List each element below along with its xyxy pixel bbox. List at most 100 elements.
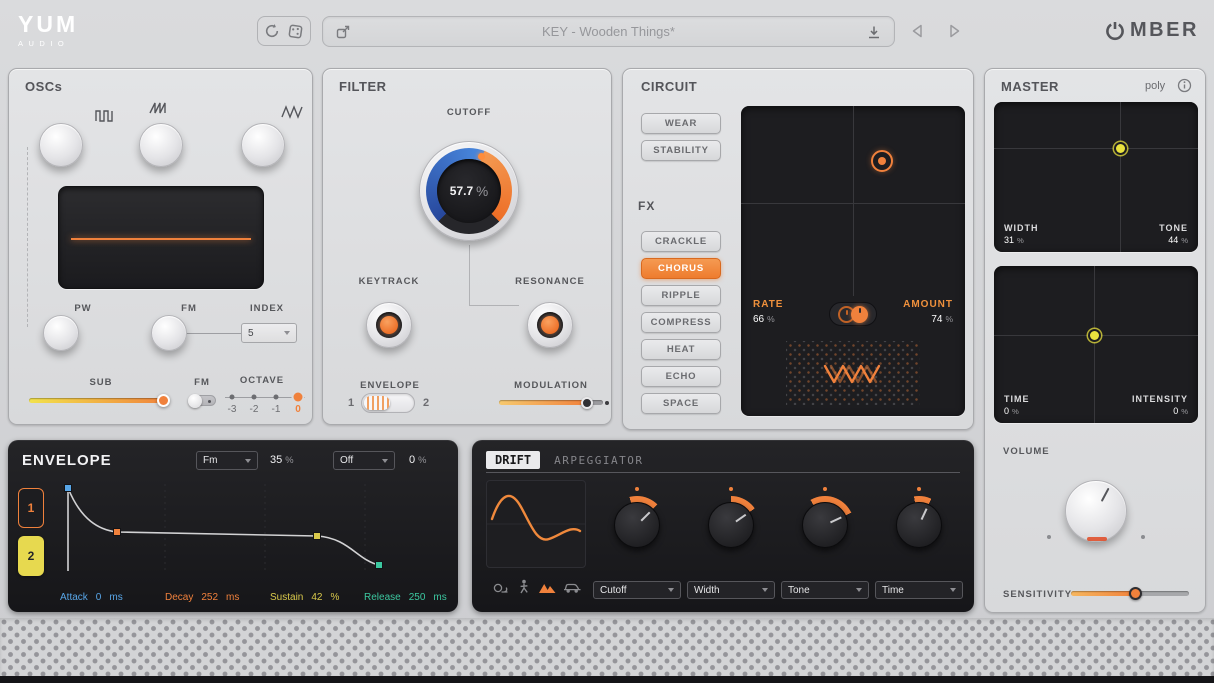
fx-pad-dot[interactable] bbox=[871, 150, 893, 172]
preset-prev-button[interactable] bbox=[910, 23, 924, 39]
envelope-graph[interactable] bbox=[55, 478, 447, 576]
release-label: Release bbox=[364, 592, 401, 603]
env-mod-slot2-value: Off bbox=[340, 455, 353, 466]
index-dropdown[interactable]: 5 bbox=[241, 323, 297, 343]
saw-wave-icon[interactable] bbox=[149, 101, 169, 115]
info-icon[interactable] bbox=[1177, 78, 1192, 93]
envelope-option-2[interactable]: 2 bbox=[423, 397, 429, 409]
octave-dot[interactable] bbox=[252, 395, 257, 400]
octave-value[interactable]: -1 bbox=[265, 404, 287, 415]
voice-mode-toggle[interactable]: poly bbox=[1145, 80, 1165, 92]
filter-envelope-toggle[interactable] bbox=[361, 393, 415, 413]
pad1-dot[interactable] bbox=[1116, 144, 1125, 153]
drift-knob3-target-dropdown[interactable]: Tone bbox=[781, 581, 869, 599]
drift-knob1-pointer bbox=[641, 512, 651, 522]
undo-history-icon[interactable] bbox=[264, 23, 280, 39]
chevron-down-icon bbox=[245, 459, 251, 463]
pad1-left-readout: WIDTH 31% bbox=[1004, 223, 1039, 245]
env-mod-slot2-dropdown[interactable]: Off bbox=[333, 451, 395, 470]
drift-knob2[interactable] bbox=[708, 502, 754, 548]
fm-switch[interactable] bbox=[189, 395, 216, 406]
tab-drift[interactable]: DRIFT bbox=[486, 451, 540, 469]
volume-knob[interactable] bbox=[1065, 480, 1127, 542]
drift-knob2-target-dropdown[interactable]: Width bbox=[687, 581, 775, 599]
preset-browser[interactable]: KEY - Wooden Things* bbox=[322, 16, 895, 47]
drift-mode-walk-icon[interactable] bbox=[518, 579, 530, 595]
pw-knob[interactable] bbox=[43, 315, 79, 351]
amount-label: AMOUNT bbox=[903, 299, 953, 310]
env-mod-slot1-unit: % bbox=[285, 455, 293, 465]
release-unit: ms bbox=[433, 592, 446, 603]
decay-handle[interactable] bbox=[114, 529, 121, 536]
osc3-knob[interactable] bbox=[241, 123, 285, 167]
tab-arpeggiator[interactable]: ARPEGGIATOR bbox=[554, 454, 643, 467]
fx-button-ripple[interactable]: RIPPLE bbox=[641, 285, 721, 306]
drift-tab-row: DRIFT ARPEGGIATOR bbox=[486, 448, 643, 472]
time-intensity-pad[interactable]: TIME 0% INTENSITY 0% bbox=[994, 266, 1198, 423]
octave-dot[interactable] bbox=[294, 393, 303, 402]
octave-dot[interactable] bbox=[274, 395, 279, 400]
triangle-wave-icon[interactable] bbox=[281, 105, 305, 119]
preset-name[interactable]: KEY - Wooden Things* bbox=[351, 24, 866, 39]
drift-mode-vehicle-icon[interactable] bbox=[563, 581, 582, 594]
pulse-wave-icon[interactable] bbox=[95, 109, 119, 123]
modulation-slider[interactable] bbox=[499, 400, 603, 405]
logo-text-top: YUM bbox=[18, 11, 78, 38]
attack-value: 0 bbox=[96, 592, 102, 603]
cutoff-knob-face[interactable]: 57.7 % bbox=[437, 159, 501, 223]
preset-load-icon[interactable] bbox=[335, 24, 351, 40]
fx-button-echo[interactable]: ECHO bbox=[641, 366, 721, 387]
circuit-title: CIRCUIT bbox=[641, 79, 697, 94]
octave-value[interactable]: 0 bbox=[287, 404, 309, 415]
drift-knob3[interactable] bbox=[802, 502, 848, 548]
sensitivity-slider-thumb[interactable] bbox=[1129, 587, 1142, 600]
keytrack-label: KEYTRACK bbox=[359, 276, 420, 287]
bottom-edge bbox=[0, 676, 1214, 683]
drift-knob4[interactable] bbox=[896, 502, 942, 548]
drift-knob1-mod-dot bbox=[635, 487, 639, 491]
drift-knob1[interactable] bbox=[614, 502, 660, 548]
randomize-dice-icon[interactable] bbox=[287, 23, 304, 40]
drift-knob1-target-dropdown[interactable]: Cutoff bbox=[593, 581, 681, 599]
filter-envelope-toggle-handle[interactable] bbox=[364, 396, 390, 410]
osc1-knob[interactable] bbox=[39, 123, 83, 167]
chevron-down-icon bbox=[668, 588, 674, 592]
env-mod-slot1-dropdown[interactable]: Fm bbox=[196, 451, 258, 470]
envelope-option-1[interactable]: 1 bbox=[348, 397, 354, 409]
stability-button[interactable]: STABILITY bbox=[641, 140, 721, 161]
envelope-tab-1[interactable]: 1 bbox=[18, 488, 44, 528]
fx-button-compress[interactable]: COMPRESS bbox=[641, 312, 721, 333]
attack-label: Attack bbox=[60, 592, 88, 603]
sensitivity-slider[interactable] bbox=[1071, 591, 1189, 596]
octave-selector[interactable]: -3 -2 -1 0 bbox=[221, 389, 309, 419]
osc2-knob[interactable] bbox=[139, 123, 183, 167]
fx-power-toggle[interactable] bbox=[829, 302, 877, 326]
attack-handle[interactable] bbox=[65, 485, 72, 492]
envelope-tab-2[interactable]: 2 bbox=[18, 536, 44, 576]
release-handle[interactable] bbox=[376, 562, 383, 569]
pad2-dot[interactable] bbox=[1090, 331, 1099, 340]
fx-button-space[interactable]: SPACE bbox=[641, 393, 721, 414]
fx-xy-pad[interactable]: RATE 66% AMOUNT 74% bbox=[741, 106, 965, 416]
sustain-handle[interactable] bbox=[314, 533, 321, 540]
octave-dot[interactable] bbox=[230, 395, 235, 400]
sub-slider[interactable] bbox=[29, 398, 169, 403]
resonance-knob-center[interactable] bbox=[541, 316, 559, 334]
fx-button-crackle[interactable]: CRACKLE bbox=[641, 231, 721, 252]
octave-value[interactable]: -3 bbox=[221, 404, 243, 415]
width-tone-pad[interactable]: WIDTH 31% TONE 44% bbox=[994, 102, 1198, 252]
fm-switch-knob[interactable] bbox=[188, 394, 202, 408]
wear-button[interactable]: WEAR bbox=[641, 113, 721, 134]
drift-mode-mountain-icon[interactable] bbox=[538, 581, 557, 594]
octave-value[interactable]: -2 bbox=[243, 404, 265, 415]
fx-button-heat[interactable]: HEAT bbox=[641, 339, 721, 360]
modulation-slider-thumb[interactable] bbox=[581, 397, 593, 409]
keytrack-knob-center[interactable] bbox=[380, 316, 398, 334]
preset-next-button[interactable] bbox=[948, 23, 962, 39]
drift-knob4-target-dropdown[interactable]: Time bbox=[875, 581, 963, 599]
drift-mode-snail-icon[interactable] bbox=[492, 580, 510, 595]
sub-slider-thumb[interactable] bbox=[157, 394, 170, 407]
fm-knob[interactable] bbox=[151, 315, 187, 351]
fx-button-chorus[interactable]: CHORUS bbox=[641, 258, 721, 279]
preset-save-icon[interactable] bbox=[866, 24, 882, 40]
